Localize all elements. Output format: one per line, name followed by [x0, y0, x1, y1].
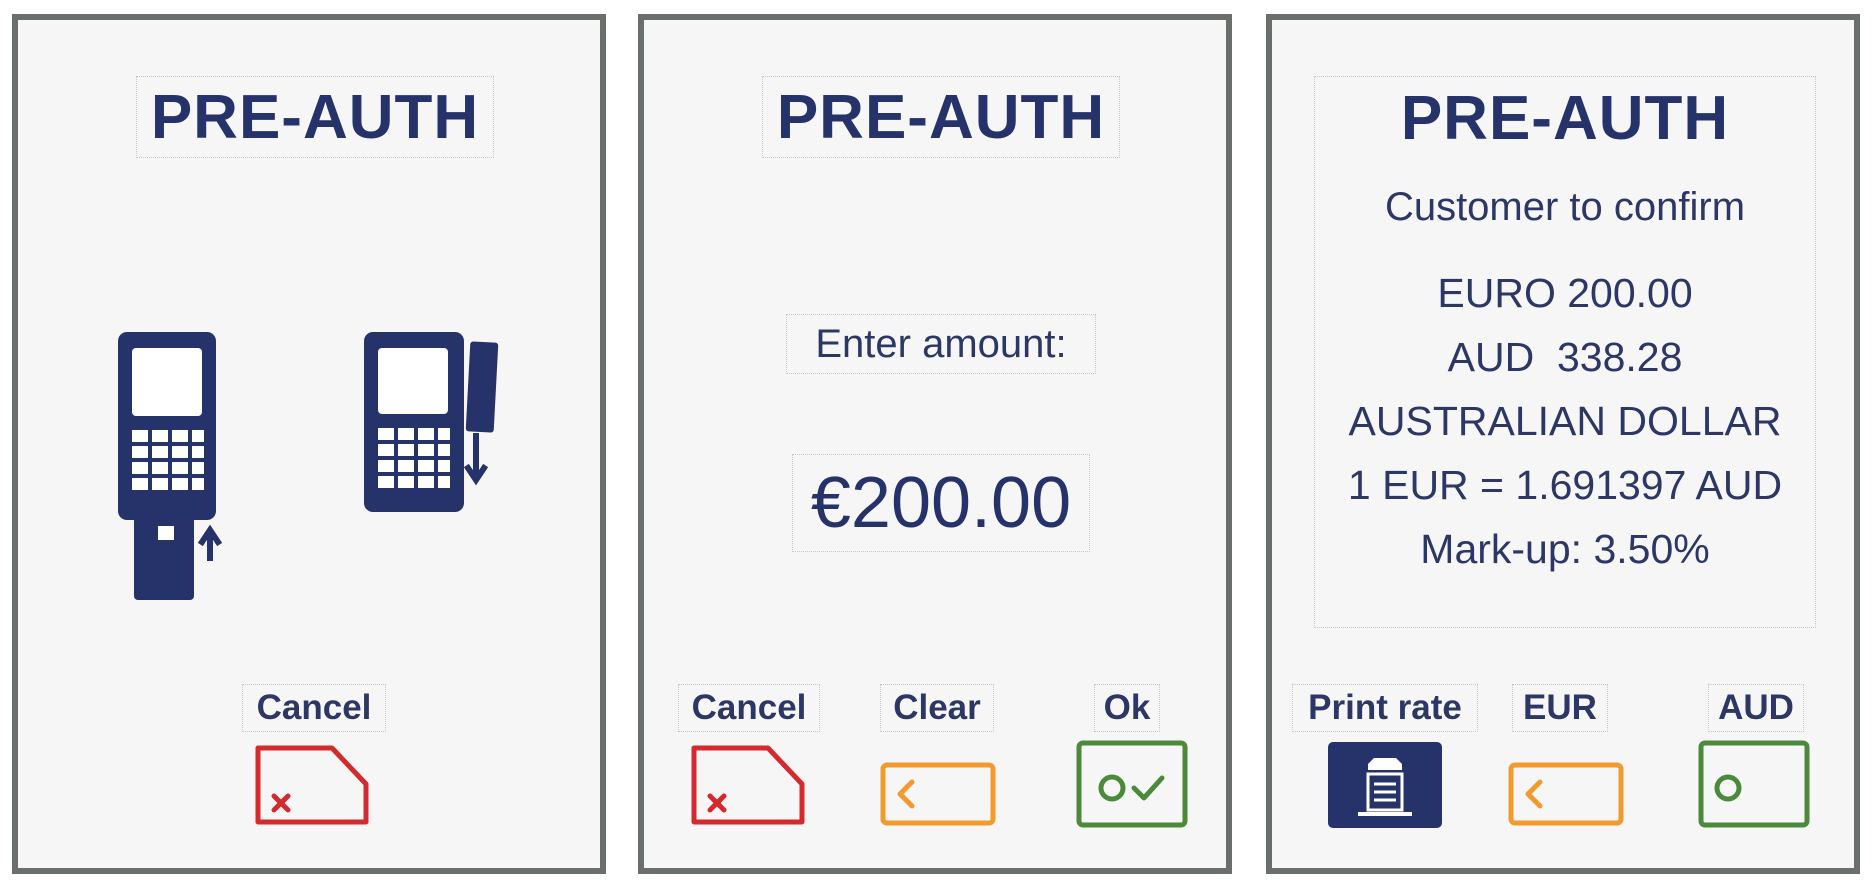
screen-title: PRE-AUTH — [762, 76, 1120, 158]
cancel-key-icon[interactable] — [254, 744, 370, 826]
eur-label: EUR — [1512, 684, 1608, 732]
printer-key-icon[interactable] — [1328, 742, 1442, 828]
terminal-card-swipe-icon — [364, 332, 499, 512]
screen-title: PRE-AUTH — [1400, 83, 1730, 153]
terminal-screen-card-prompt: PRE-AUTH Cancel — [12, 14, 606, 874]
print-rate-label: Print rate — [1292, 684, 1478, 732]
cancel-label: Cancel — [242, 684, 386, 732]
confirm-panel: PRE-AUTH Customer to confirm EURO 200.00… — [1314, 76, 1816, 628]
terminal-screen-customer-confirm: PRE-AUTH Customer to confirm EURO 200.00… — [1266, 14, 1860, 874]
cancel-key-icon[interactable] — [690, 744, 806, 826]
clear-key-icon[interactable] — [1508, 762, 1624, 826]
screen-title: PRE-AUTH — [136, 76, 494, 158]
enter-amount-prompt: Enter amount: — [786, 314, 1096, 374]
ok-label: Ok — [1094, 684, 1160, 732]
customer-confirm-text: Customer to confirm — [1384, 184, 1746, 229]
aud-label: AUD — [1708, 684, 1804, 732]
clear-label: Clear — [880, 684, 994, 732]
terminal-screen-enter-amount: PRE-AUTH Enter amount: €200.00 Cancel Cl… — [638, 14, 1232, 874]
ok-key-icon[interactable] — [1076, 740, 1188, 828]
mark-up: Mark-up: 3.50% — [1420, 525, 1710, 572]
currency-name: AUSTRALIAN DOLLAR — [1348, 397, 1782, 444]
cancel-label: Cancel — [678, 684, 820, 732]
clear-key-icon[interactable] — [880, 762, 996, 826]
terminal-card-insert-icon — [118, 332, 223, 600]
ok-key-icon[interactable] — [1698, 740, 1810, 828]
euro-amount: EURO 200.00 — [1437, 269, 1693, 316]
amount-value[interactable]: €200.00 — [792, 454, 1090, 552]
exchange-rate: 1 EUR = 1.691397 AUD — [1347, 461, 1783, 508]
aud-amount: AUD 338.28 — [1447, 333, 1683, 380]
